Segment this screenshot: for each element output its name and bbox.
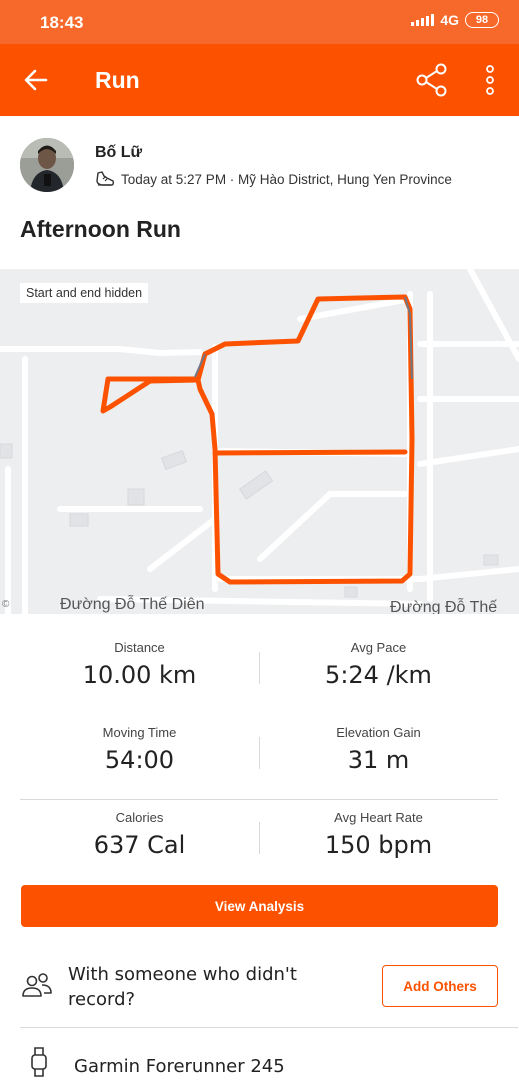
stats-row: Calories 637 Cal Avg Heart Rate 150 bpm [20,800,498,885]
status-bar: 18:43 4G 98 [0,0,519,44]
route-map[interactable]: Start and end hidden © Đường Đỗ Thế Diên… [0,269,519,614]
status-indicators: 4G 98 [411,12,499,28]
share-icon[interactable] [414,62,450,98]
page-title: Run [95,67,140,93]
stat-label: Moving Time [102,725,177,740]
stat-moving-time: Moving Time 54:00 [20,715,259,774]
stat-value: 54:00 [104,746,175,774]
stat-elevation-gain: Elevation Gain 31 m [259,715,498,774]
arrow-left-icon[interactable] [22,66,50,94]
stat-value: 150 bpm [324,831,433,859]
watch-icon [31,1047,47,1077]
stat-distance: Distance 10.00 km [20,630,259,689]
signal-icon [411,14,435,26]
athlete-name[interactable]: Bố Lữ [95,144,142,162]
stat-label: Avg Pace [350,640,407,655]
people-icon [22,973,52,997]
street-label-left: Đường Đỗ Thế Diên [60,596,205,613]
view-analysis-button[interactable]: View Analysis [21,885,498,927]
stat-label: Calories [115,810,164,825]
shoe-icon [96,171,115,186]
app-bar: Run [0,44,519,116]
activity-time-location: Today at 5:27 PM · Mỹ Hào District, Hung… [121,171,452,187]
stats-grid: Distance 10.00 km Avg Pace 5:24 /km Movi… [20,630,498,885]
network-type: 4G [440,12,459,28]
stat-value: 31 m [347,746,410,774]
stat-label: Avg Heart Rate [334,810,423,825]
stat-avg-heart-rate: Avg Heart Rate 150 bpm [259,800,498,859]
device-row: Garmin Forerunner 245 [20,1046,498,1080]
divider [20,1027,518,1028]
with-someone-row: With someone who didn't record? Add Othe… [20,960,498,1020]
stat-label: Distance [114,640,165,655]
more-vertical-icon[interactable] [478,62,502,98]
map-badge: Start and end hidden [20,283,149,303]
stat-label: Elevation Gain [336,725,421,740]
map-attribution-icon[interactable]: © [2,599,9,610]
athlete-header: Bố Lữ Today at 5:27 PM · Mỹ Hào District… [20,138,500,194]
device-name: Garmin Forerunner 245 [74,1056,285,1077]
stat-value: 10.00 km [82,661,197,689]
street-label-right: Đường Đỗ Thế [390,599,498,614]
stats-row: Moving Time 54:00 Elevation Gain 31 m [20,715,498,800]
battery-icon: 98 [465,12,499,28]
avatar[interactable] [20,138,74,192]
status-time: 18:43 [40,13,84,32]
stat-value: 5:24 /km [325,661,432,689]
battery-level: 98 [475,14,489,26]
stats-row: Distance 10.00 km Avg Pace 5:24 /km [20,630,498,715]
add-others-button[interactable]: Add Others [382,965,498,1007]
with-someone-text: With someone who didn't record? [68,964,297,1010]
stat-value: 637 Cal [93,831,186,859]
map-canvas [0,269,519,614]
activity-meta: Today at 5:27 PM · Mỹ Hào District, Hung… [95,171,452,187]
activity-title: Afternoon Run [20,216,181,242]
stat-calories: Calories 637 Cal [20,800,259,859]
stat-avg-pace: Avg Pace 5:24 /km [259,630,498,689]
